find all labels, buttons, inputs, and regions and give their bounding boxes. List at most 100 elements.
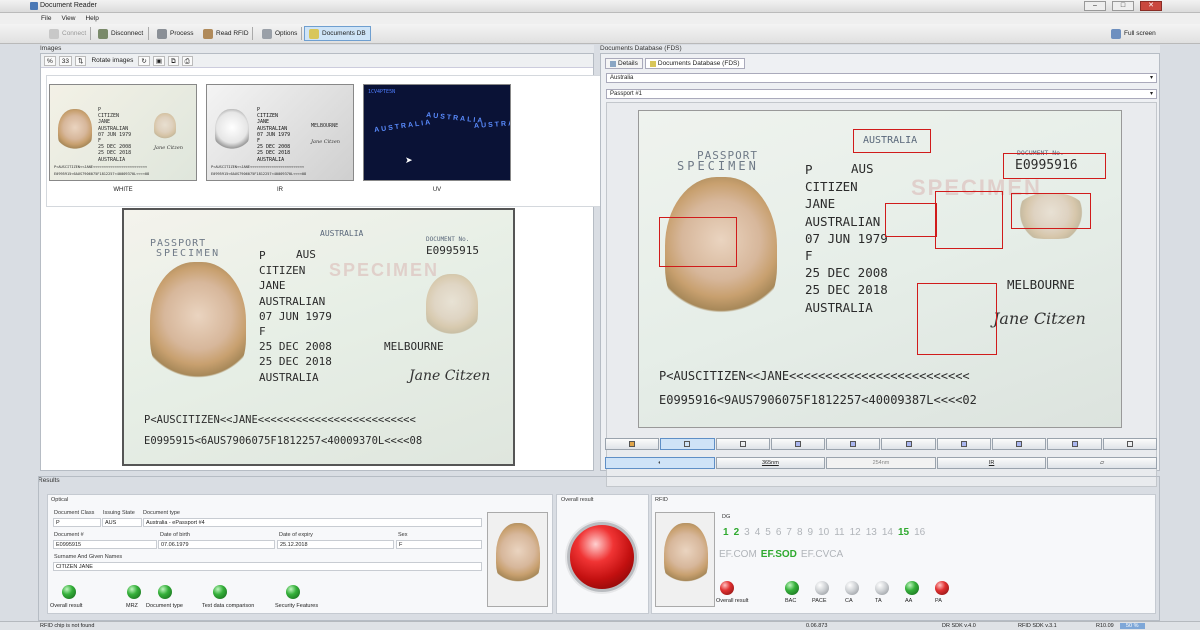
status-bar: RFID chip is not found 0.06.873 DR SDK v… <box>0 621 1200 630</box>
dg-item[interactable]: 10 <box>818 527 829 538</box>
rfid-overall-led <box>720 581 734 595</box>
tab-details[interactable]: Details <box>605 58 643 69</box>
light-e-button[interactable] <box>992 438 1047 450</box>
status-message: RFID chip is not found <box>40 623 95 629</box>
read-rfid-button[interactable]: Read RFID <box>198 26 254 41</box>
minimize-button[interactable]: – <box>1084 1 1106 11</box>
ef-item[interactable]: EF.SOD <box>761 549 797 560</box>
ca-led <box>845 581 859 595</box>
thumbnail-white[interactable]: P CITIZEN JANE AUSTRALIAN 07 JUN 1979 F 25 DEC… <box>49 84 197 181</box>
bac-led <box>785 581 799 595</box>
detect-box-docno <box>1003 153 1106 179</box>
dg-item[interactable]: 11 <box>834 527 844 538</box>
detect-box-country <box>853 129 931 153</box>
thumbnail-caption-ir: IR <box>277 187 283 193</box>
zoom-stepper-icon[interactable]: ⇅ <box>75 55 87 66</box>
thumbnail-strip: P CITIZEN JANE AUSTRALIAN 07 JUN 1979 F 25 DEC… <box>46 75 632 207</box>
thumbnail-uv[interactable]: 1CV4PTE5N AUSTRALIA AUSTRALIA AUSTRALIA … <box>363 84 511 181</box>
dg-item[interactable]: 14 <box>882 527 893 538</box>
document-select[interactable]: Passport #1 <box>606 89 1157 99</box>
fullscreen-icon <box>1111 28 1121 39</box>
status-time: 0.06.873 <box>806 623 828 629</box>
spectrum-365nm-button[interactable]: 365nm <box>715 457 826 469</box>
status-rfid-version: R10.09 <box>1096 623 1114 629</box>
ef-item[interactable]: EF.COM <box>719 549 757 560</box>
menu-bar: File View Help <box>0 13 1200 24</box>
connect-button[interactable]: Connect <box>44 26 91 41</box>
menu-view[interactable]: View <box>61 13 75 24</box>
light-a-button[interactable] <box>770 438 826 450</box>
light-f-button[interactable] <box>1047 438 1102 450</box>
dg-item[interactable]: 9 <box>808 527 814 538</box>
process-button[interactable]: Process <box>152 26 198 41</box>
country-select[interactable]: Australia <box>606 73 1157 83</box>
dg-item[interactable]: 13 <box>866 527 877 538</box>
spectrum-254nm-button[interactable]: 254nm <box>826 457 936 469</box>
dg-item[interactable]: 16 <box>914 527 925 538</box>
light-ir2-button[interactable] <box>715 438 770 450</box>
status-rfid-sdk: RFID SDK v.3.1 <box>1018 623 1057 629</box>
thumbnail-caption-white: WHITE <box>113 187 133 193</box>
light-c-button[interactable] <box>881 438 936 450</box>
dg-item[interactable]: 4 <box>755 527 761 538</box>
portrait-rfid <box>655 512 715 607</box>
sex-field: F <box>396 540 482 549</box>
close-button[interactable]: ✕ <box>1140 1 1162 11</box>
dg-item[interactable]: 15 <box>898 527 909 538</box>
overall-result-led <box>62 585 76 599</box>
spectrum-coaxial-button[interactable]: ▱ <box>1047 457 1157 469</box>
light-g-button[interactable] <box>1102 438 1157 450</box>
detect-box-pattern <box>917 283 997 355</box>
detect-box-field <box>885 203 937 237</box>
documents-db-button[interactable]: Documents DB <box>304 26 371 41</box>
light-d-button[interactable] <box>936 438 992 450</box>
maximize-button[interactable]: □ <box>1112 1 1134 11</box>
full-screen-button[interactable]: Full screen <box>1106 26 1161 41</box>
light-white-button[interactable] <box>605 438 660 450</box>
dg-item[interactable]: 5 <box>765 527 771 538</box>
expiry-field: 25.12.2018 <box>277 540 394 549</box>
light-b-button[interactable] <box>826 438 881 450</box>
status-dr-sdk: DR SDK v.4.0 <box>942 623 976 629</box>
thumbnail-caption-uv: UV <box>432 187 442 193</box>
aa-led <box>905 581 919 595</box>
title-bar: Document Reader – □ ✕ <box>0 0 1200 13</box>
print-icon[interactable]: ⎙ <box>181 55 193 66</box>
doc-class-field: P <box>53 518 101 527</box>
dg-item[interactable]: 2 <box>734 527 740 538</box>
thumbnail-ir[interactable]: P CITIZEN JANE AUSTRALIAN 07 JUN 1979 F 25 DEC… <box>206 84 354 181</box>
dg-item[interactable]: 8 <box>797 527 803 538</box>
spectrum-visible-button[interactable]: ◐ <box>605 457 715 469</box>
disconnect-button[interactable]: Disconnect <box>93 26 148 41</box>
copy-icon[interactable]: ⧉ <box>168 55 179 66</box>
doc-type-field: Australia - ePassport #4 <box>143 518 482 527</box>
zoom-field[interactable]: 33 <box>58 55 73 66</box>
issuing-state-field: AUS <box>102 518 142 527</box>
ef-list: EF.COM EF.SOD EF.CVCA <box>719 549 843 560</box>
toolbar: Connect Disconnect Process Read RFID Opt… <box>0 24 1200 44</box>
dg-item[interactable]: 3 <box>744 527 750 538</box>
options-button[interactable]: Options <box>257 26 302 41</box>
ef-item[interactable]: EF.CVCA <box>801 549 843 560</box>
window-title: Document Reader <box>40 2 97 9</box>
options-icon <box>262 28 272 39</box>
menu-help[interactable]: Help <box>85 13 98 24</box>
tab-documents-database[interactable]: Documents Database (FDS) <box>644 58 745 69</box>
menu-file[interactable]: File <box>41 13 51 24</box>
ta-led <box>875 581 889 595</box>
light-source-row <box>605 438 1157 450</box>
dg-item[interactable]: 7 <box>786 527 792 538</box>
percent-button[interactable]: % <box>44 55 56 66</box>
security-features-led <box>286 585 300 599</box>
dg-item[interactable]: 6 <box>776 527 782 538</box>
passport-image-db[interactable]: PASSPORT SPECIMEN AUSTRALIA DOCUMENT No.… <box>638 110 1122 428</box>
passport-image-main[interactable]: PASSPORT SPECIMEN AUSTRALIA DOCUMENT No.… <box>122 208 515 466</box>
save-icon[interactable]: ▣ <box>152 55 165 66</box>
light-ir-button[interactable] <box>660 438 715 450</box>
rotate-icon[interactable]: ↻ <box>138 55 150 66</box>
dg-item[interactable]: 1 <box>723 527 729 538</box>
spectrum-ir-button[interactable]: IR <box>936 457 1047 469</box>
rotate-images-button[interactable]: Rotate images <box>89 56 135 66</box>
unplug-icon <box>98 28 108 39</box>
dg-item[interactable]: 12 <box>850 527 861 538</box>
